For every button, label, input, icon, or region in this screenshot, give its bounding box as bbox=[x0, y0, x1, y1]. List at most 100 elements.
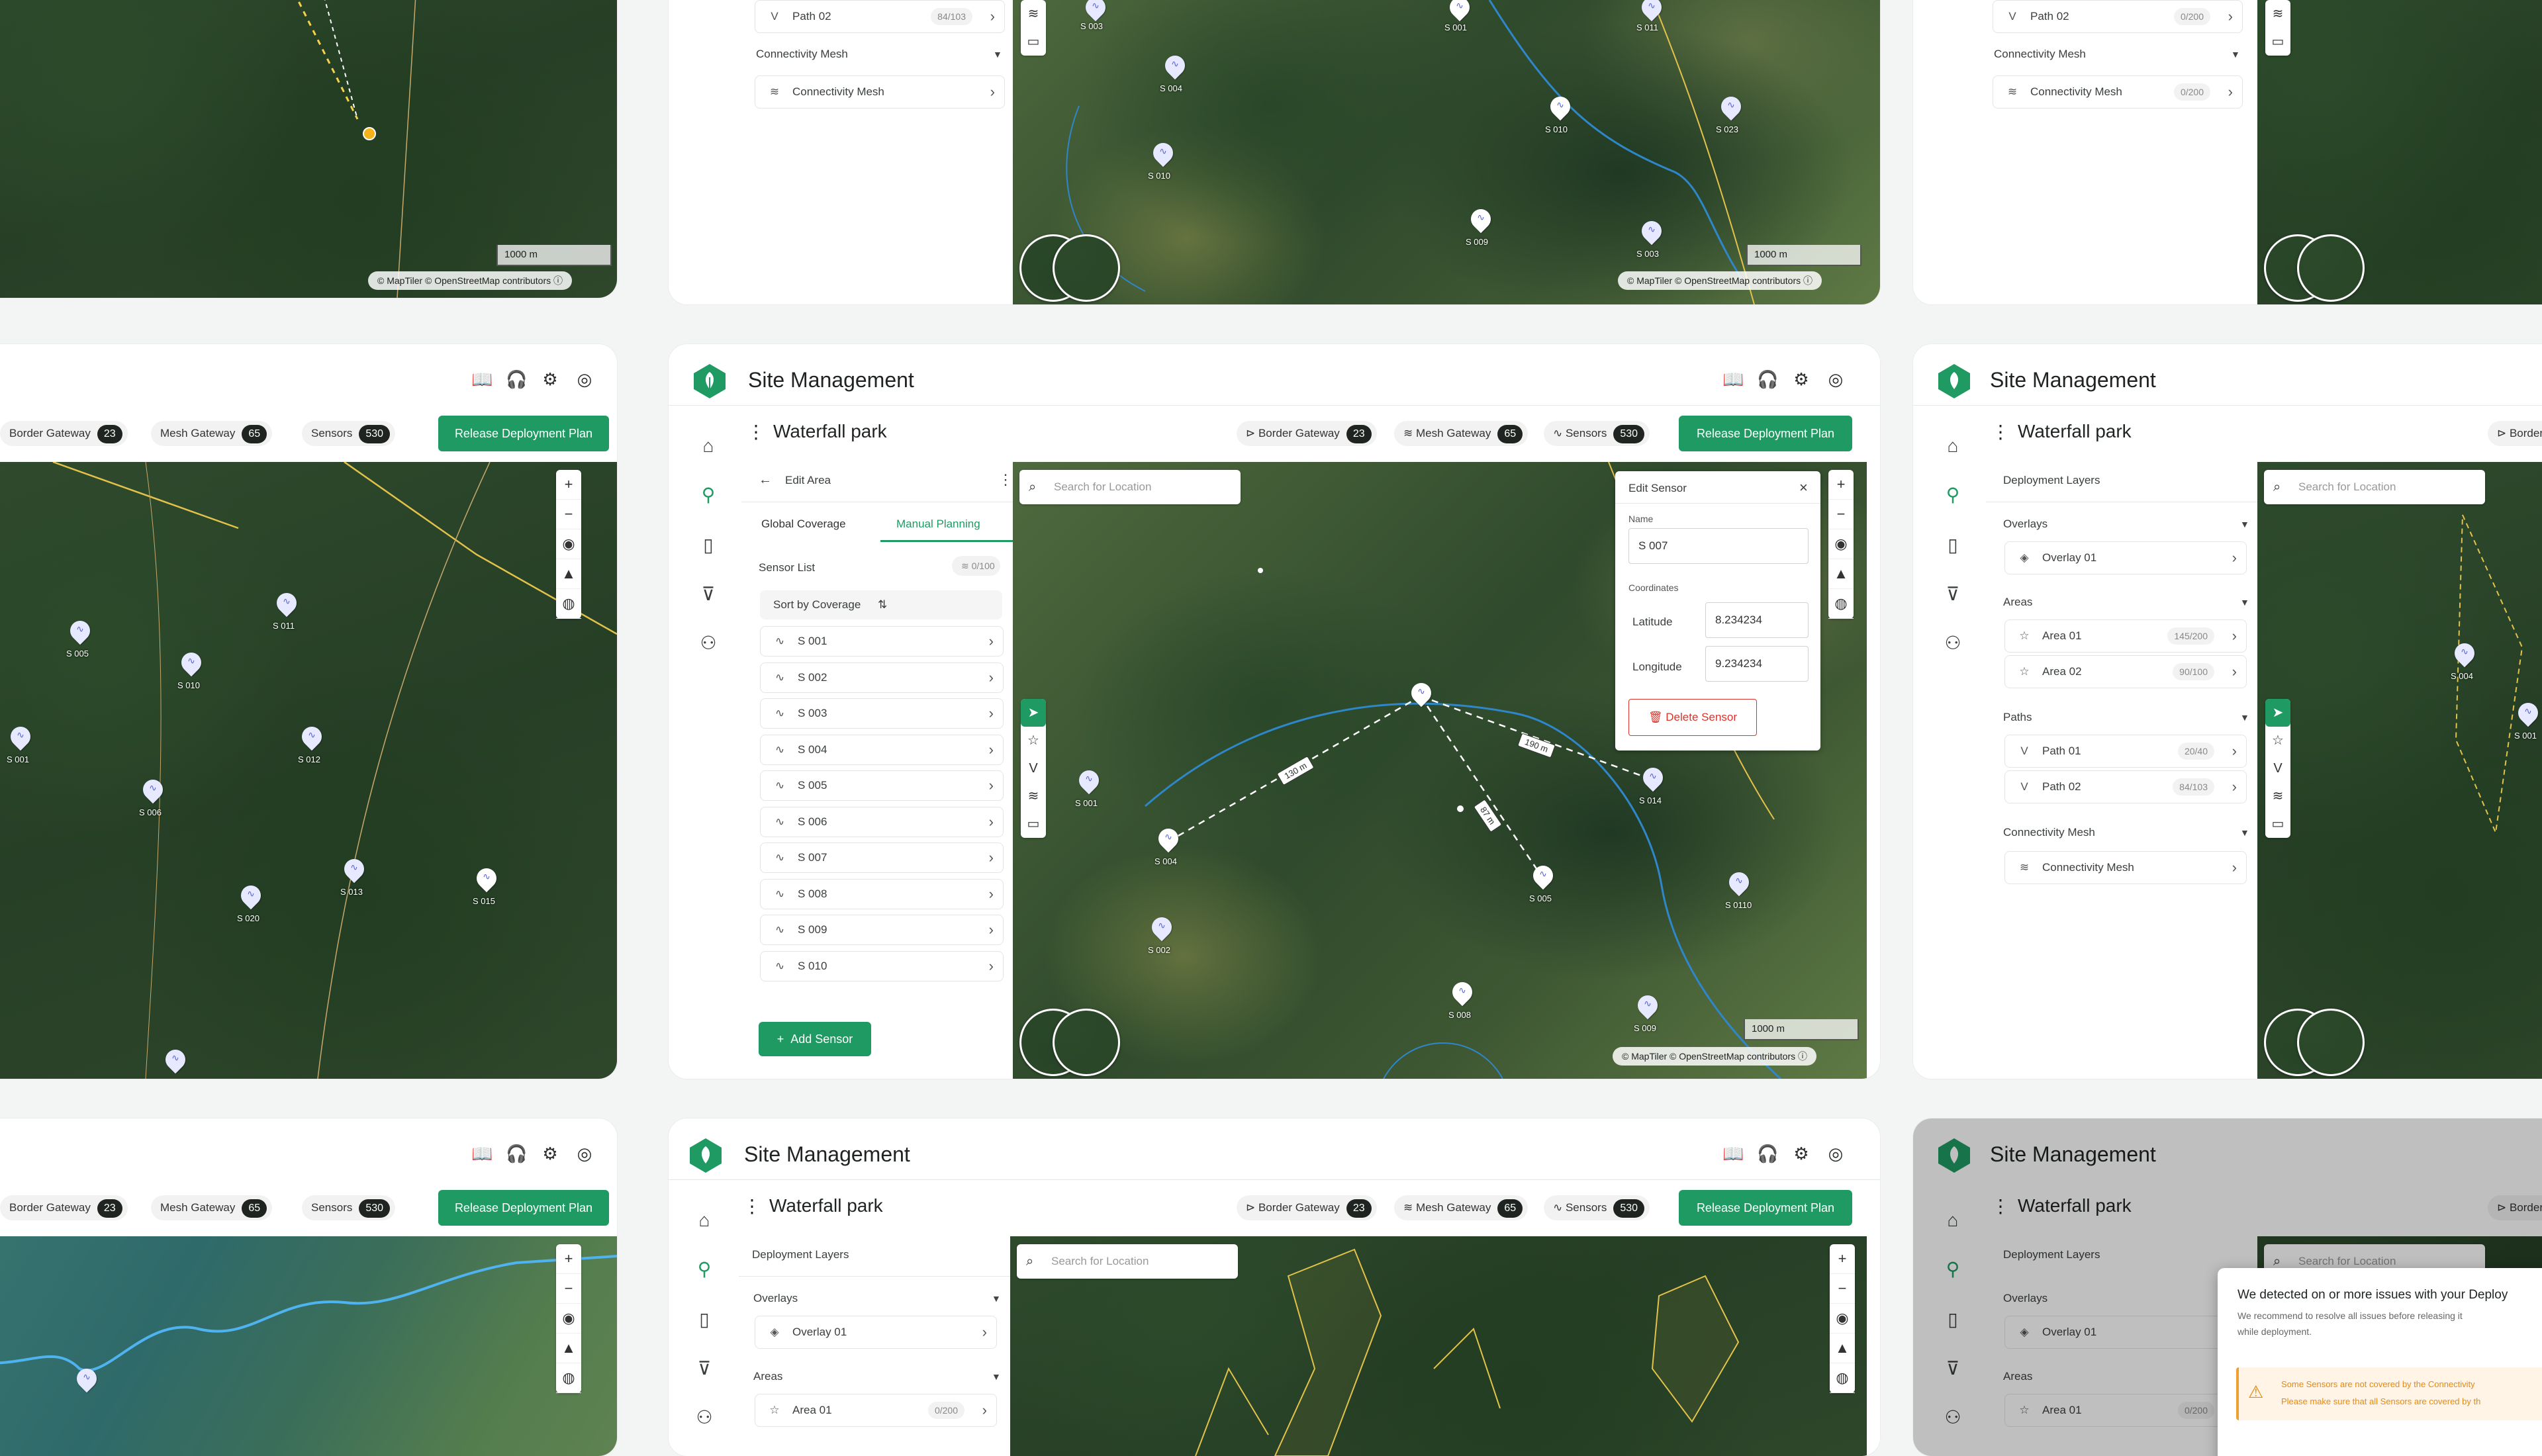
wifi-tool-icon[interactable]: ≋ bbox=[2265, 782, 2290, 810]
sensor-list-item[interactable]: ∿ S 003 › bbox=[760, 698, 1004, 729]
site-menu-icon[interactable]: ⋮ bbox=[747, 421, 765, 443]
latitude-field[interactable]: 8.234234 bbox=[1705, 602, 1809, 638]
users-icon[interactable]: ⚇ bbox=[1941, 631, 1965, 655]
chip-border-gateway[interactable]: ⊳ Border Gateway 23 bbox=[1237, 421, 1377, 446]
pointer-tool-icon[interactable]: ➤ bbox=[1021, 699, 1046, 727]
gear-icon[interactable]: ⚙ bbox=[540, 1144, 560, 1163]
sensor-pin[interactable]: ∿ bbox=[2514, 698, 2542, 728]
close-icon[interactable]: × bbox=[1799, 479, 1808, 496]
chip-border-gateway[interactable]: Border Gateway 23 bbox=[0, 1195, 128, 1220]
map-view[interactable]: 1000 m © MapTiler © OpenStreetMap contri… bbox=[0, 0, 617, 298]
headset-icon[interactable]: 🎧 bbox=[506, 369, 527, 389]
headset-icon[interactable]: 🎧 bbox=[1757, 1144, 1778, 1163]
sensor-pin[interactable]: ∿ bbox=[1448, 978, 1477, 1007]
sensor-pin[interactable]: ∿ bbox=[1147, 913, 1176, 942]
basemap-thumbnail[interactable] bbox=[1053, 234, 1120, 302]
release-deployment-button[interactable]: Release Deployment Plan bbox=[1679, 416, 1852, 451]
gear-icon[interactable]: ⚙ bbox=[1791, 1144, 1811, 1163]
sensor-pin[interactable]: ∿ bbox=[272, 588, 301, 618]
sensor-pin[interactable]: ∿ bbox=[1466, 205, 1495, 234]
home-icon[interactable]: ⌂ bbox=[696, 434, 720, 458]
path-row[interactable]: V Path 02 0/200 › bbox=[1993, 0, 2243, 33]
chip-sensors[interactable]: ∿ Sensors 530 bbox=[1544, 421, 1650, 446]
pointer-tool-icon[interactable]: ➤ bbox=[2265, 699, 2290, 727]
sensor-pin[interactable]: ∿ bbox=[1717, 92, 1746, 122]
sensor-pin[interactable]: ∿ bbox=[72, 1364, 101, 1394]
chevron-down-icon[interactable]: ▼ bbox=[992, 1371, 1001, 1382]
more-menu-icon[interactable]: ⋮ bbox=[998, 471, 1013, 488]
user-icon[interactable]: ◎ bbox=[575, 369, 594, 389]
sensor-list-item[interactable]: ∿ S 009 › bbox=[760, 915, 1004, 945]
chevron-down-icon[interactable]: ▼ bbox=[2240, 712, 2249, 723]
chevron-down-icon[interactable]: ▼ bbox=[2240, 597, 2249, 608]
search-location[interactable]: ⌕ Search for Location bbox=[1019, 470, 1241, 504]
sensor-pin[interactable]: ∿ bbox=[1546, 92, 1575, 122]
map-view[interactable]: ≋ ▭ ∿ S 003 ∿ S 001 ∿ S 011 ∿ S 004 ∿ S … bbox=[1013, 0, 1880, 304]
back-arrow-icon[interactable]: ← bbox=[759, 473, 772, 488]
sensor-pin[interactable]: ∿ bbox=[1081, 0, 1110, 23]
zoom-in-button[interactable]: + bbox=[556, 1244, 581, 1274]
book-icon[interactable]: 📖 bbox=[1722, 369, 1744, 389]
filter-icon[interactable]: ⊽ bbox=[692, 1357, 716, 1381]
map-view[interactable]: ⌕ Search for Location + − ◉ ▲ ◍ bbox=[1010, 1236, 1867, 1456]
sensor-pin[interactable]: ∿ bbox=[6, 722, 35, 752]
mesh-row[interactable]: ≋ Connectivity Mesh › bbox=[755, 75, 1005, 109]
sensor-pin[interactable]: ∿ bbox=[1445, 0, 1474, 23]
map-view[interactable]: ≋ ▭ bbox=[2257, 0, 2542, 304]
users-icon[interactable]: ⚇ bbox=[692, 1406, 716, 1430]
zoom-in-button[interactable]: + bbox=[1828, 470, 1854, 500]
location-icon[interactable]: ◍ bbox=[1828, 589, 1854, 619]
sensor-pin[interactable]: ∿ bbox=[1149, 138, 1178, 168]
wifi-tool-icon[interactable]: ≋ bbox=[1021, 782, 1046, 810]
sort-by-coverage[interactable]: Sort by Coverage ⇅ bbox=[760, 590, 1002, 619]
user-icon[interactable]: ◎ bbox=[575, 1144, 594, 1163]
user-icon[interactable]: ◎ bbox=[1826, 1144, 1846, 1163]
zoom-out-button[interactable]: − bbox=[1828, 500, 1854, 529]
map-view[interactable]: ⌕ Search for Location ➤ ☆ V ≋ ▭ ∿ S 004 … bbox=[2257, 462, 2542, 1079]
sensor-pin[interactable]: ∿ bbox=[1160, 51, 1190, 81]
chevron-down-icon[interactable]: ▼ bbox=[2240, 827, 2249, 838]
deployment-icon[interactable]: ⚲ bbox=[692, 1257, 716, 1281]
zoom-out-button[interactable]: − bbox=[556, 500, 581, 529]
chevron-down-icon[interactable]: ▼ bbox=[2240, 519, 2249, 529]
chevron-down-icon[interactable]: ▼ bbox=[2231, 49, 2240, 60]
chip-border-gateway[interactable]: Border Gateway 23 bbox=[0, 421, 128, 446]
sensor-pin[interactable]: ∿ bbox=[1637, 0, 1666, 23]
mesh-row[interactable]: ≋ Connectivity Mesh › bbox=[2004, 851, 2247, 884]
location-icon[interactable]: ◍ bbox=[556, 589, 581, 619]
site-menu-icon[interactable]: ⋮ bbox=[743, 1195, 761, 1217]
location-icon[interactable]: ◍ bbox=[1830, 1363, 1855, 1393]
compass-icon[interactable]: ◉ bbox=[556, 1304, 581, 1334]
chip-sensors[interactable]: Sensors 530 bbox=[302, 421, 396, 446]
add-sensor-button[interactable]: + Add Sensor bbox=[759, 1022, 871, 1056]
area-row[interactable]: ☆ Area 02 90/100 › bbox=[2004, 655, 2247, 688]
filter-icon[interactable]: ⊽ bbox=[1941, 582, 1965, 606]
chip-mesh-gateway[interactable]: ≋ Mesh Gateway 65 bbox=[1394, 421, 1529, 446]
terrain-icon[interactable]: ▲ bbox=[1830, 1334, 1855, 1363]
chevron-down-icon[interactable]: ▼ bbox=[992, 1293, 1001, 1304]
location-icon[interactable]: ◍ bbox=[556, 1363, 581, 1393]
path-row[interactable]: V Path 02 84/103 › bbox=[755, 0, 1005, 33]
comment-tool-icon[interactable]: ▭ bbox=[1021, 28, 1046, 56]
sensor-pin[interactable]: ∿ bbox=[1154, 824, 1183, 854]
chip-mesh-gateway[interactable]: ≋ Mesh Gateway 65 bbox=[1394, 1195, 1529, 1220]
chip-border-gateway[interactable]: ⊳ Border Gateway 23 bbox=[1237, 1195, 1377, 1220]
map-view[interactable]: + − ◉ ▲ ◍ ∿ bbox=[0, 1236, 617, 1456]
terrain-icon[interactable]: ▲ bbox=[556, 559, 581, 589]
filter-icon[interactable]: ⊽ bbox=[696, 582, 720, 606]
basemap-thumbnail[interactable] bbox=[1053, 1009, 1120, 1076]
map-view[interactable]: ⌕ Search for Location + − ◉ ▲ ◍ ➤ ☆ V ≋ … bbox=[1013, 462, 1867, 1079]
tab-global-coverage[interactable]: Global Coverage bbox=[761, 518, 846, 531]
path-row[interactable]: V Path 01 20/40 › bbox=[2004, 735, 2247, 768]
comment-tool-icon[interactable]: ▭ bbox=[1021, 810, 1046, 838]
mesh-row[interactable]: ≋ Connectivity Mesh 0/200 › bbox=[1993, 75, 2243, 109]
book-icon[interactable]: 📖 bbox=[471, 369, 493, 389]
area-row[interactable]: ☆ Area 01 0/200 › bbox=[755, 1394, 997, 1427]
selected-sensor-pin[interactable]: ∿ bbox=[1407, 678, 1436, 708]
release-deployment-button[interactable]: Release Deployment Plan bbox=[1679, 1190, 1852, 1226]
basemap-thumbnail[interactable] bbox=[2297, 1009, 2365, 1076]
sensor-list-item[interactable]: ∿ S 006 › bbox=[760, 806, 1004, 837]
sensor-list-item[interactable]: ∿ S 007 › bbox=[760, 842, 1004, 873]
book-icon[interactable]: 📖 bbox=[471, 1144, 493, 1163]
sensor-pin[interactable]: ∿ bbox=[472, 864, 501, 893]
